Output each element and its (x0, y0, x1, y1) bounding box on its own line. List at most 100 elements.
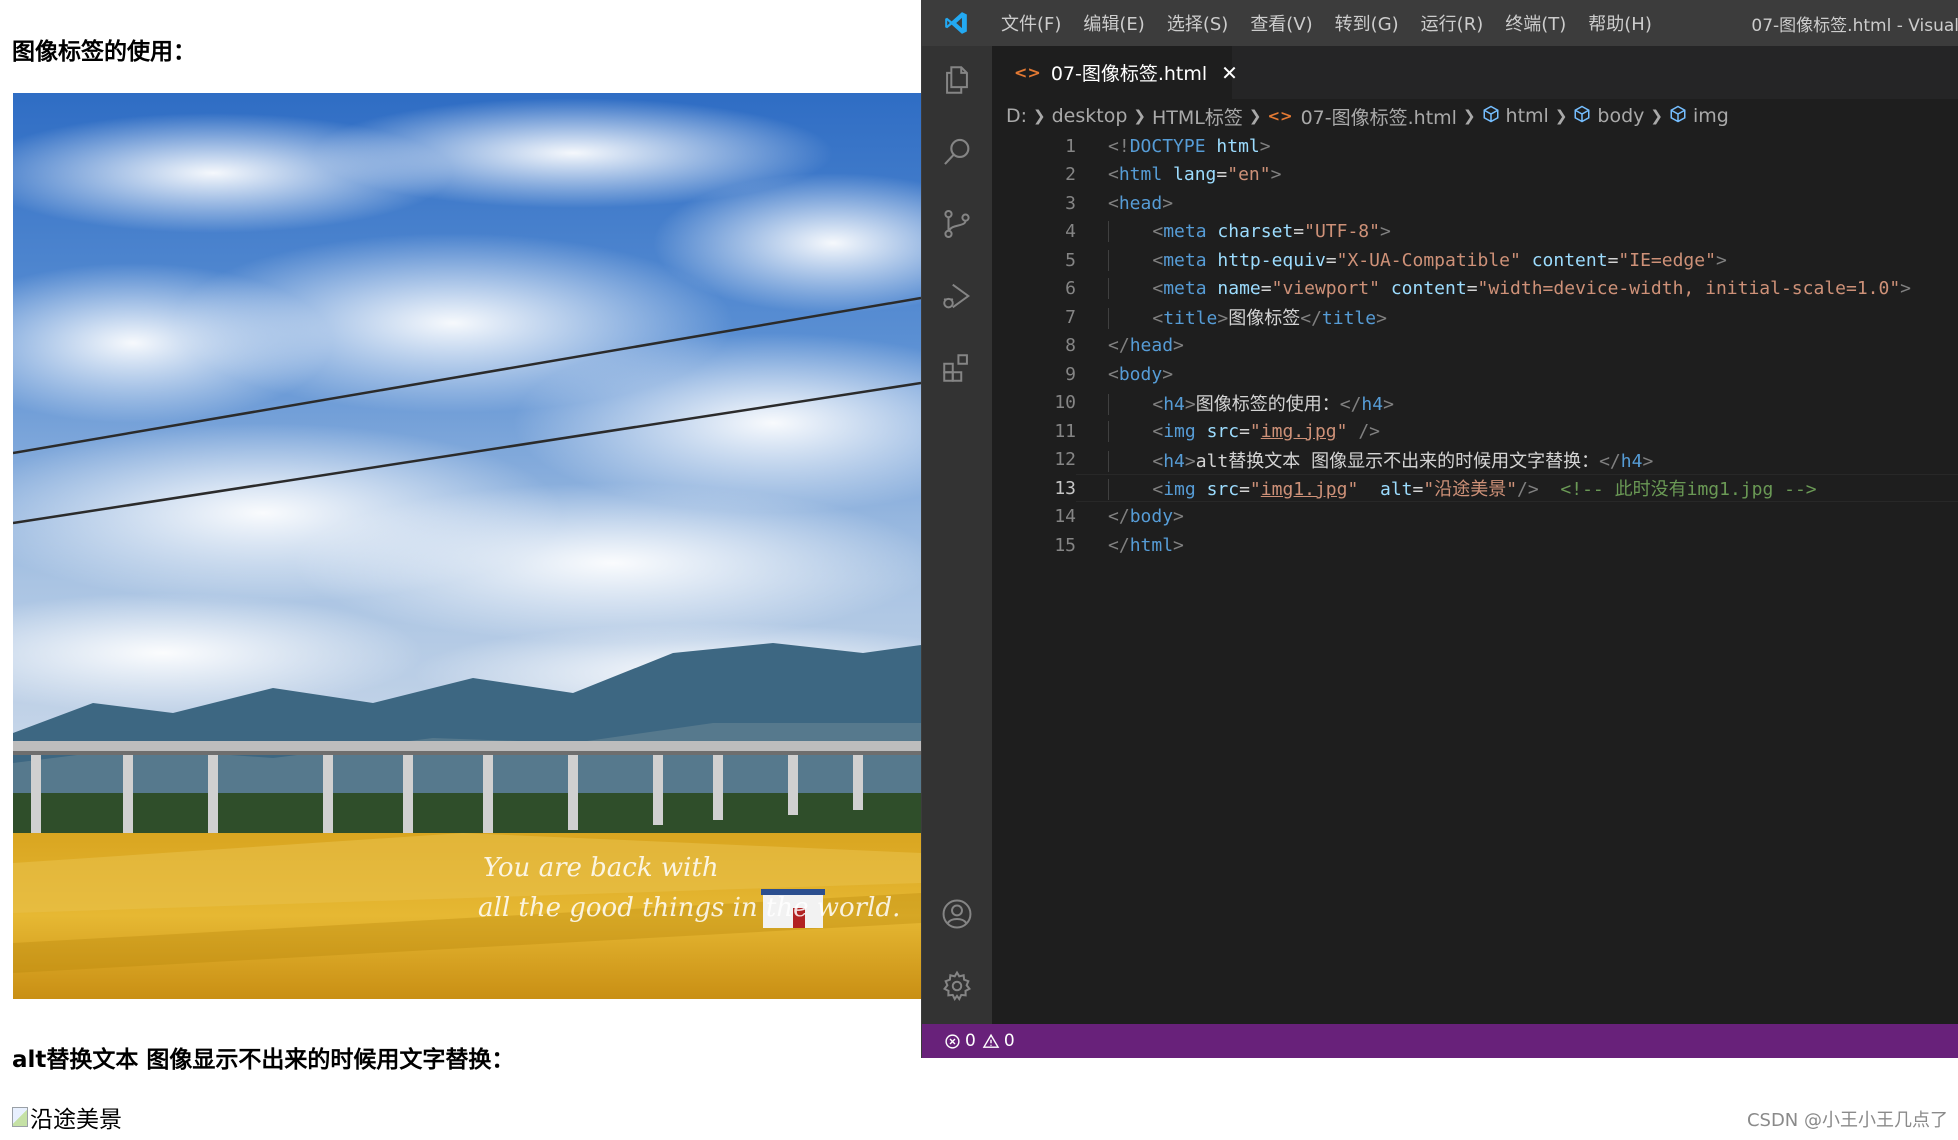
code-token: = (1607, 249, 1619, 271)
code-token: body (1118, 363, 1163, 385)
menu-file[interactable]: 文件(F) (990, 10, 1072, 36)
breadcrumb-html[interactable]: html (1506, 105, 1549, 127)
error-count: 0 (965, 1031, 976, 1051)
code-token: < (1152, 420, 1164, 442)
tab-07-image-tag-html[interactable]: <> 07-图像标签.html ✕ (992, 46, 1238, 99)
search-icon[interactable] (937, 132, 977, 172)
breadcrumb-file[interactable]: 07-图像标签.html (1301, 103, 1457, 130)
window-title: 07-图像标签.html - Visual (1751, 15, 1958, 36)
menu-selection[interactable]: 选择(S) (1156, 10, 1239, 36)
line-code: <h4>图像标签的使用：</h4> (1076, 390, 1394, 416)
code-line[interactable]: 5 <meta http-equiv="X-UA-Compatible" con… (992, 246, 1958, 274)
line-code: <img src="img.jpg" /> (1076, 420, 1380, 442)
code-token: = (1216, 164, 1228, 185)
chevron-right-icon: ❯ (1554, 107, 1568, 125)
code-line[interactable]: 9 <body> (992, 360, 1958, 388)
vscode-logo-icon[interactable] (922, 0, 990, 46)
line-number: 4 (1065, 221, 1076, 242)
code-token: src (1206, 420, 1240, 442)
code-token: h4 (1163, 393, 1185, 415)
code-token: img.jpg (1260, 420, 1337, 442)
tab-label: 07-图像标签.html (1050, 63, 1208, 85)
line-number: 5 (1065, 249, 1076, 271)
menu-view[interactable]: 查看(V) (1239, 10, 1323, 36)
code-token: http-equiv (1217, 249, 1326, 271)
settings-gear-icon[interactable] (937, 966, 977, 1006)
code-line[interactable]: 8 </head> (992, 332, 1958, 360)
code-token: > (1642, 450, 1654, 472)
code-token: </ (1108, 506, 1130, 527)
menu-terminal[interactable]: 终端(T) (1494, 10, 1577, 36)
chevron-right-icon: ❯ (1650, 107, 1663, 125)
code-line[interactable]: 13 <img src="img1.jpg" alt="沿途美景"/> <!--… (992, 474, 1958, 502)
code-line[interactable]: 14 </body> (992, 503, 1958, 531)
code-line[interactable]: 11 <img src="img.jpg" /> (992, 417, 1958, 445)
code-editor[interactable]: 1 <!DOCTYPE html> 2 <html lang="en"> 3 <head>… (992, 132, 1958, 1024)
code-token: "IE=edge" (1618, 249, 1716, 271)
explorer-icon[interactable] (937, 60, 977, 100)
indent-guide (1108, 393, 1153, 415)
line-code: </html> (1076, 535, 1184, 556)
code-line[interactable]: 15 </html> (992, 531, 1958, 559)
code-token: content (1390, 278, 1467, 299)
error-icon (945, 1033, 960, 1049)
breadcrumb-body[interactable]: body (1597, 105, 1644, 127)
menu-edit[interactable]: 编辑(E) (1072, 10, 1155, 36)
code-line[interactable]: 2 <html lang="en"> (992, 161, 1958, 189)
breadcrumb-folder[interactable]: HTML标签 (1152, 103, 1243, 130)
code-token: > (1270, 164, 1282, 185)
chevron-right-icon: ❯ (1462, 107, 1476, 125)
indent-guide (1108, 221, 1153, 242)
run-debug-icon[interactable] (937, 276, 977, 316)
line-code: <html lang="en"> (1076, 164, 1281, 185)
line-code: <meta http-equiv="X-UA-Compatible" conte… (1076, 249, 1727, 271)
heading-image-usage: 图像标签的使用： (12, 39, 196, 65)
code-token: </ (1300, 308, 1322, 329)
code-token: body (1129, 506, 1174, 527)
code-line[interactable]: 7 <title>图像标签</title> (992, 303, 1958, 331)
status-bar: 0 0 (922, 1024, 1958, 1058)
extensions-icon[interactable] (937, 348, 977, 388)
problems-status[interactable]: 0 0 (944, 1031, 1015, 1051)
code-line[interactable]: 10 <h4>图像标签的使用：</h4> (992, 389, 1958, 417)
breadcrumb-desktop[interactable]: desktop (1052, 105, 1128, 127)
code-token: 图像标签 (1228, 308, 1301, 329)
code-token: charset (1217, 221, 1294, 242)
line-code: </body> (1076, 506, 1184, 527)
code-token: </ (1108, 534, 1130, 556)
warning-count: 0 (1003, 1031, 1015, 1051)
indent-guide (1108, 450, 1153, 472)
code-token: </ (1599, 450, 1621, 472)
code-line[interactable]: 1 <!DOCTYPE html> (992, 132, 1958, 160)
symbol-element-icon (1669, 105, 1687, 128)
menu-go[interactable]: 转到(G) (1324, 10, 1410, 36)
code-token: meta (1163, 221, 1207, 242)
code-line[interactable]: 6 <meta name="viewport" content="width=d… (992, 275, 1958, 303)
code-token: 图像标签的使用： (1195, 393, 1340, 415)
title-bar: 文件(F) 编辑(E) 选择(S) 查看(V) 转到(G) 运行(R) 终端(T… (922, 0, 1958, 46)
landscape-photo: You are back with all the good things in… (13, 93, 921, 999)
code-token: name (1217, 278, 1261, 299)
source-control-icon[interactable] (937, 204, 977, 244)
code-token: > (1900, 278, 1912, 299)
code-token: < (1152, 450, 1164, 472)
code-token: < (1152, 308, 1164, 329)
line-number: 7 (1065, 306, 1076, 328)
close-icon[interactable]: ✕ (1221, 61, 1238, 85)
photo-caption-line1: You are back with (483, 853, 719, 883)
code-token: "X-UA-Compatible" (1336, 249, 1521, 271)
breadcrumb-img[interactable]: img (1693, 105, 1729, 127)
accounts-icon[interactable] (937, 894, 977, 934)
code-line[interactable]: 4 <meta charset="UTF-8"> (992, 218, 1958, 246)
code-line[interactable]: 3 <head> (992, 189, 1958, 217)
code-token: > (1217, 308, 1229, 329)
line-number: 2 (1065, 164, 1076, 185)
menu-run[interactable]: 运行(R) (1410, 10, 1495, 36)
line-code: <meta name="viewport" content="width=dev… (1076, 278, 1911, 299)
breadcrumb-drive[interactable]: D: (1006, 105, 1027, 127)
code-token: = (1466, 278, 1478, 299)
menu-help[interactable]: 帮助(H) (1577, 10, 1663, 36)
code-line[interactable]: 12 <h4>alt替换文本 图像显示不出来的时候用文字替换：</h4> (992, 446, 1958, 474)
